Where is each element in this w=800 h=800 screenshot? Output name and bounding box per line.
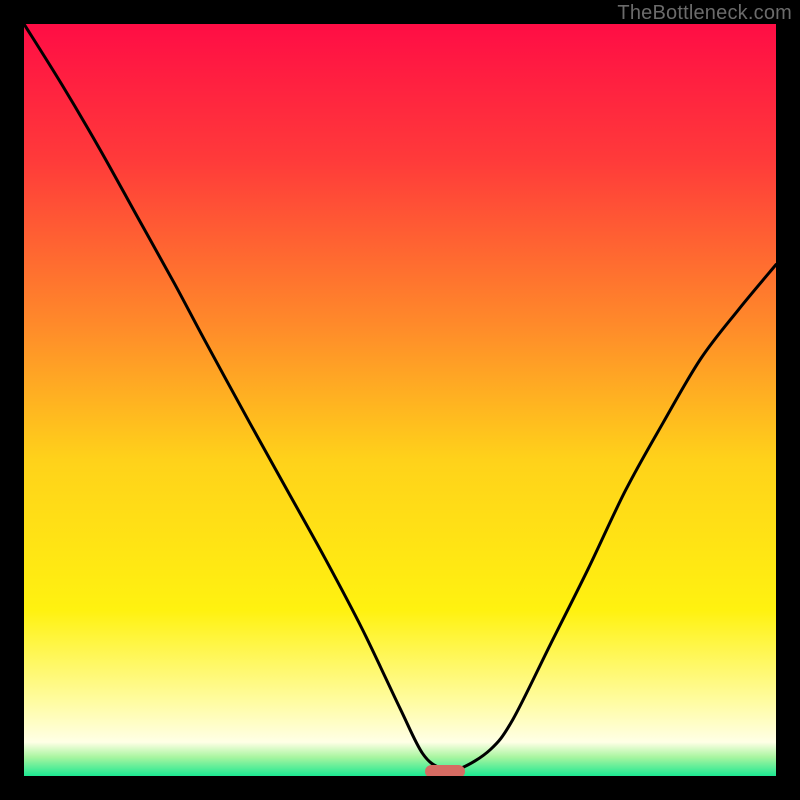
bottleneck-curve xyxy=(24,24,776,776)
attribution-text: TheBottleneck.com xyxy=(617,2,792,25)
plot-area xyxy=(24,24,776,776)
chart-frame: TheBottleneck.com xyxy=(0,0,800,800)
optimum-marker xyxy=(425,765,465,776)
